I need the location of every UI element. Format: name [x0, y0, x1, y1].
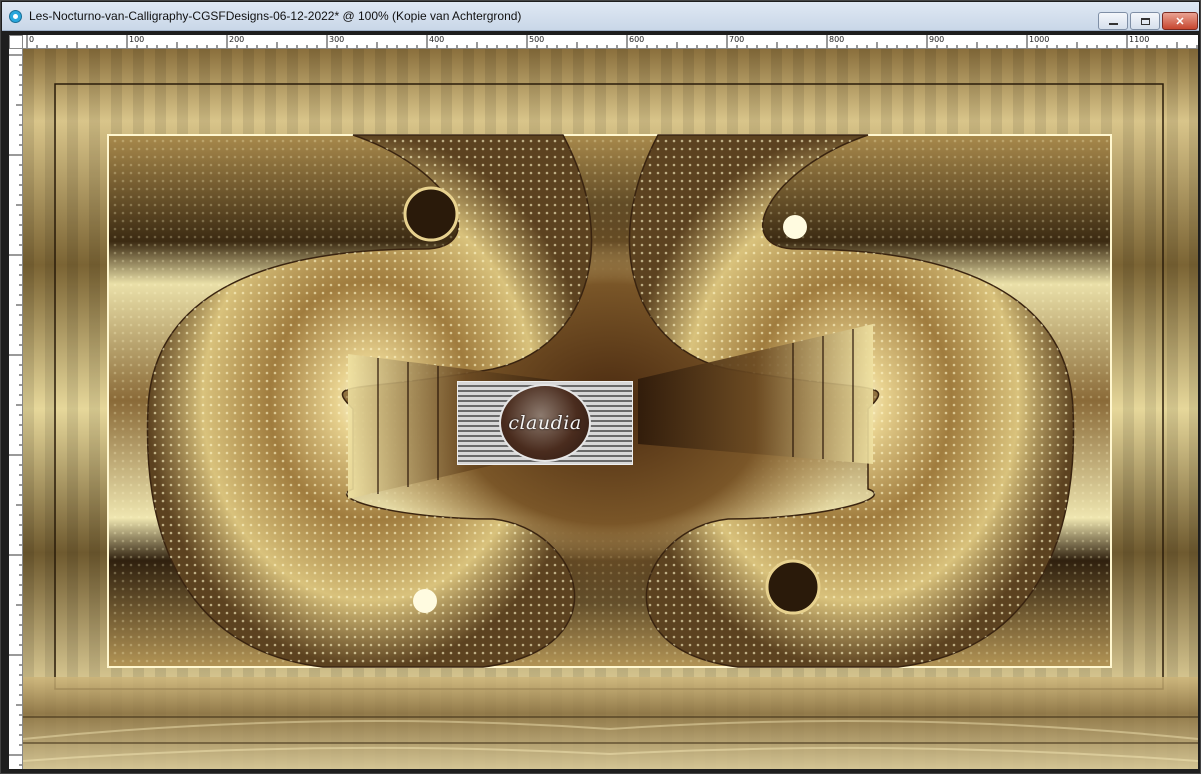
horizontal-ruler[interactable]: 0 100 200 300 400 500 600 700 800 900 1000 1100: [23, 35, 1198, 49]
close-button[interactable]: ✕: [1162, 12, 1198, 30]
image-canvas[interactable]: claudia: [23, 49, 1198, 769]
ruler-label: 1100: [1129, 35, 1150, 44]
close-icon: ✕: [1175, 15, 1185, 28]
watermark-text: claudia: [508, 412, 582, 434]
ruler-label: 200: [229, 35, 245, 44]
minimize-icon: [1108, 23, 1118, 25]
watermark-seal: claudia: [499, 384, 591, 462]
psp-eye-icon: [9, 10, 22, 23]
horizontal-ruler-ticks: [26, 35, 1198, 48]
ruler-label: 600: [629, 35, 645, 44]
ruler-label: 700: [729, 35, 745, 44]
maximize-icon: [1140, 17, 1150, 25]
ruler-label: 900: [929, 35, 945, 44]
ruler-label: 1000: [1029, 35, 1050, 44]
image-window: Les-Nocturno-van-Calligraphy-CGSFDesigns…: [0, 0, 1201, 774]
title-bar[interactable]: Les-Nocturno-van-Calligraphy-CGSFDesigns…: [2, 2, 1199, 31]
minimize-button[interactable]: [1098, 12, 1128, 30]
ruler-label: 500: [529, 35, 545, 44]
maximize-button[interactable]: [1130, 12, 1160, 30]
ruler-corner: [9, 35, 23, 49]
window-title: Les-Nocturno-van-Calligraphy-CGSFDesigns…: [29, 9, 522, 23]
watermark-badge: claudia: [457, 381, 633, 465]
ruler-label: 100: [129, 35, 145, 44]
vertical-ruler[interactable]: [9, 49, 23, 769]
ruler-label: 400: [429, 35, 445, 44]
ruler-label: 300: [329, 35, 345, 44]
vertical-ruler-ticks: [9, 54, 22, 766]
ruler-label: 0: [29, 35, 35, 44]
ruler-label: 800: [829, 35, 845, 44]
